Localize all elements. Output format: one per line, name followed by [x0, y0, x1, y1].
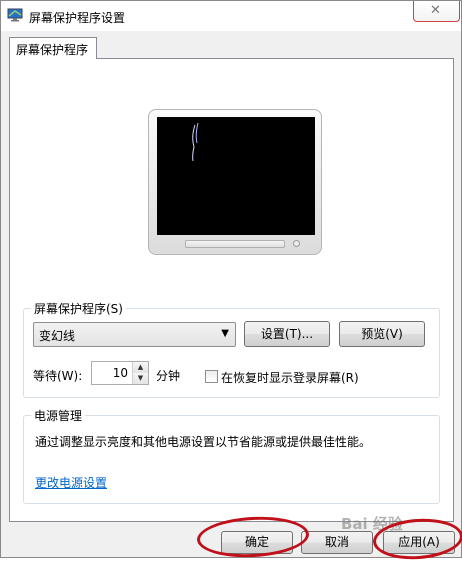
screensaver-preview-lines	[192, 122, 199, 162]
tab-label: 屏幕保护程序	[16, 43, 89, 57]
screensaver-group-label: 屏幕保护程序(S)	[34, 302, 123, 316]
wait-minutes-stepper[interactable]: 10 ▲ ▼	[91, 361, 149, 385]
spin-up-icon[interactable]: ▲	[132, 362, 148, 373]
change-power-settings-link[interactable]: 更改电源设置	[35, 474, 107, 491]
wait-label: 等待(W):	[33, 369, 83, 383]
power-group-label: 电源管理	[34, 409, 83, 423]
power-description: 通过调整显示亮度和其他电源设置以节省能源或提供最佳性能。	[35, 435, 372, 449]
monitor-bezel-bar	[185, 240, 285, 248]
cancel-button[interactable]: 取消	[301, 531, 373, 554]
ok-button[interactable]: 确定	[221, 531, 293, 554]
preview-screen	[157, 117, 315, 235]
screensaver-select[interactable]: 变幻线 ▼	[33, 322, 236, 347]
spin-down-icon[interactable]: ▼	[132, 373, 148, 384]
window-title: 屏幕保护程序设置	[29, 11, 126, 25]
settings-button[interactable]: 设置(T)...	[244, 321, 330, 347]
display-properties-icon	[7, 8, 23, 22]
preview-button[interactable]: 预览(V)	[339, 321, 425, 347]
resume-logon-checkbox[interactable]	[205, 370, 218, 383]
close-button[interactable]: ✕	[413, 1, 460, 22]
title-bar: 屏幕保护程序设置 ✕	[1, 1, 461, 31]
screensaver-settings-dialog: 屏幕保护程序设置 ✕ 屏幕保护程序 屏幕保护程序(S) 变幻线 ▼ 设置(T).…	[0, 0, 462, 562]
power-button-icon	[293, 240, 300, 247]
resume-logon-label[interactable]: 在恢复时显示登录屏幕(R)	[221, 369, 359, 386]
close-icon: ✕	[430, 3, 441, 18]
dropdown-arrow-icon: ▼	[221, 328, 229, 339]
apply-button[interactable]: 应用(A)	[383, 531, 455, 554]
monitor-preview	[148, 109, 322, 255]
watermark: Bai 经验	[341, 515, 403, 533]
minutes-label: 分钟	[156, 369, 181, 383]
tab-screensaver[interactable]: 屏幕保护程序	[9, 37, 97, 59]
wait-minutes-value: 10	[112, 366, 128, 380]
screensaver-selected-value: 变幻线	[39, 329, 76, 343]
